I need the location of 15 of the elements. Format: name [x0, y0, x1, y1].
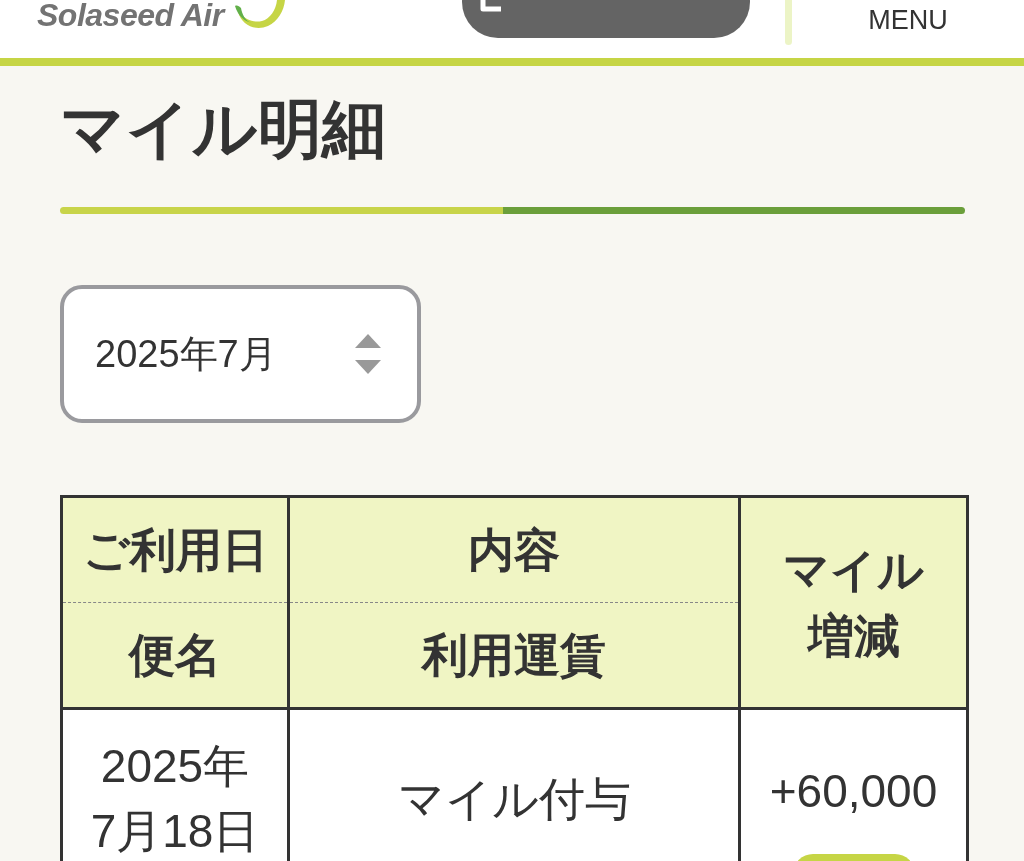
column-header: マイル 増減	[739, 496, 968, 709]
column-header: 便名	[61, 602, 289, 709]
column-header: 利用運賃	[288, 602, 740, 709]
logo-text: Solaseed Air	[37, 0, 224, 30]
miles-cell-text: +60,000	[769, 764, 938, 819]
date-cell-text: 2025年 7月18日	[90, 739, 260, 859]
month-select-value: 2025年7月	[95, 331, 277, 377]
page-title: マイル明細	[60, 91, 387, 168]
menu-button[interactable]: MENU	[868, 5, 948, 35]
column-header: 内容	[288, 496, 740, 603]
corner-bracket-icon	[480, 0, 502, 12]
column-header: ご利用日	[61, 496, 289, 603]
content-cell-text: マイル付与	[397, 772, 631, 827]
up-down-arrows-icon	[355, 334, 381, 374]
month-select[interactable]: 2025年7月	[60, 285, 421, 423]
